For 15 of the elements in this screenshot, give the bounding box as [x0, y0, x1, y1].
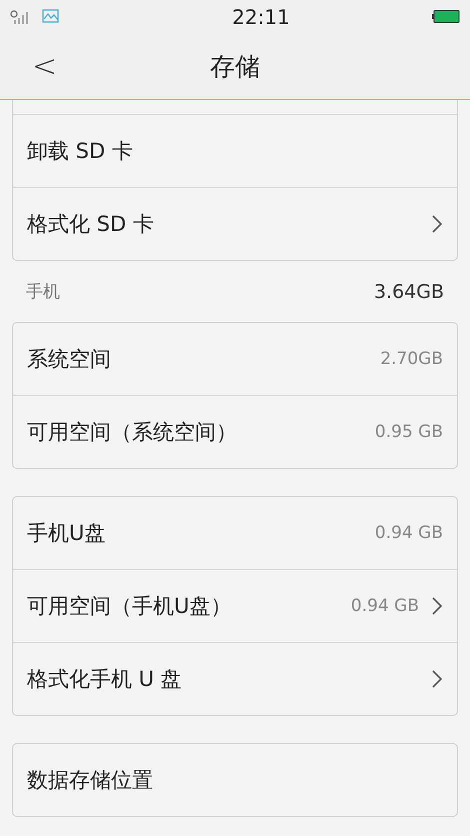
settings-row[interactable]: 数据存储位置: [13, 744, 457, 816]
settings-row[interactable]: 可用空间（手机U盘） 0.94 GB: [13, 569, 457, 642]
settings-row[interactable]: 卸载 SD 卡: [13, 114, 457, 187]
battery-icon: [432, 10, 460, 23]
image-icon: [42, 9, 60, 24]
section-label: 手机: [26, 281, 60, 303]
back-button[interactable]: <: [0, 48, 76, 84]
settings-row[interactable]: 手机U盘 0.94 GB: [13, 497, 457, 569]
settings-row[interactable]: 系统空间 2.70GB: [13, 323, 457, 395]
status-time: 22:11: [232, 4, 290, 28]
settings-row[interactable]: 可用空间（系统空间） 0.95 GB: [13, 395, 457, 468]
settings-row[interactable]: 格式化手机 U 盘: [13, 642, 457, 715]
section-value: 3.64GB: [374, 280, 444, 302]
page-title: 存储: [210, 50, 260, 82]
settings-row[interactable]: 格式化 SD 卡: [13, 187, 457, 260]
